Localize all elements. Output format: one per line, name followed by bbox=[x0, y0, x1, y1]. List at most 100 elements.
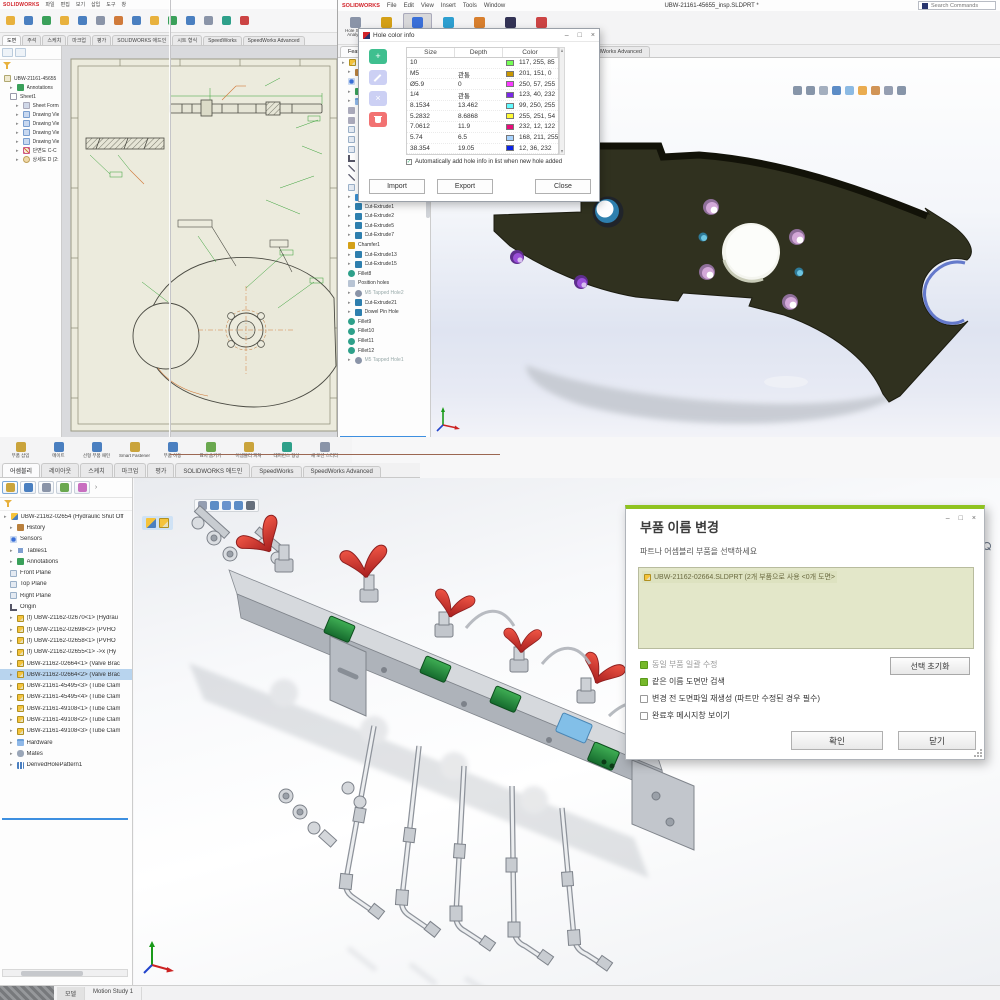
menu-item[interactable]: 파일 bbox=[45, 1, 54, 8]
tree-item[interactable]: UBW-21162-02664<2> (Valve Brac bbox=[0, 669, 132, 680]
hole-table-row[interactable]: 38.354 19.05 12, 36, 232 bbox=[407, 144, 558, 155]
option-row[interactable]: 같은 이름 도면만 검색 bbox=[640, 676, 820, 687]
tree-item[interactable]: Drawing View3 bbox=[0, 128, 61, 137]
menu-item[interactable]: Tools bbox=[463, 3, 477, 9]
tree-item[interactable]: UBW-21162-02654 (Hydraulic Shut Off bbox=[0, 511, 132, 522]
tree-item[interactable]: Position holes bbox=[338, 279, 430, 289]
rollback-bar[interactable] bbox=[2, 818, 128, 820]
tree-item[interactable]: UBW-21161-49108<3> (Tube Clam bbox=[0, 726, 132, 737]
tree-item[interactable]: Sheet Format1 bbox=[0, 101, 61, 110]
tree-item[interactable]: (f) UBW-21162-02698<2> (PVHO bbox=[0, 624, 132, 635]
tree-item[interactable]: UBW-21161-49108<1> (Tube Clam bbox=[0, 703, 132, 714]
hole-table-row[interactable]: Ø5.9 0 250, 57, 255 bbox=[407, 79, 558, 90]
hole-table-row[interactable]: 5.74 6.5 168, 211, 255 bbox=[407, 133, 558, 144]
command-tab[interactable]: SpeedWorks Advanced bbox=[243, 36, 305, 45]
menu-item[interactable]: File bbox=[387, 3, 397, 9]
tree-item[interactable]: Sheet1 bbox=[0, 92, 61, 101]
tree-item[interactable]: (f) UBW-21162-02658<1> (PVHO bbox=[0, 635, 132, 646]
tree-item[interactable]: Annotations bbox=[0, 556, 132, 567]
table-scrollbar[interactable] bbox=[559, 47, 565, 155]
tree-item[interactable]: Fillet9 bbox=[338, 317, 430, 327]
view-toolbar-icon[interactable] bbox=[858, 86, 867, 95]
drawing-sheet-area[interactable] bbox=[62, 46, 338, 438]
bottom-tab[interactable]: Motion Study 1 bbox=[85, 987, 142, 1000]
tree-item[interactable]: Drawing View2 bbox=[0, 119, 61, 128]
tree-item[interactable]: M5 Tapped Hole2 bbox=[338, 288, 430, 298]
hole-table-row[interactable]: 7.0612 11.9 232, 12, 122 bbox=[407, 122, 558, 133]
appearance-tab[interactable] bbox=[74, 481, 90, 494]
command-tab[interactable]: SpeedWorks bbox=[251, 466, 301, 477]
command-tab[interactable]: 스케치 bbox=[80, 463, 113, 477]
tree-item[interactable]: Cut-Extrude7 bbox=[338, 231, 430, 241]
ribbon-icon[interactable] bbox=[238, 12, 251, 30]
tree-item[interactable]: (f) UBW-21162-02670<1> (Hydrau bbox=[0, 613, 132, 624]
menu-item[interactable]: 편집 bbox=[61, 1, 70, 8]
command-tab[interactable]: 어셈블리 bbox=[2, 463, 40, 477]
ribbon-icon[interactable] bbox=[58, 12, 71, 30]
command-tab[interactable]: 시트 형식 bbox=[172, 35, 202, 45]
tree-item[interactable]: Fillet8 bbox=[338, 269, 430, 279]
property-tab-icon[interactable] bbox=[15, 48, 26, 57]
ribbon-button[interactable]: Smart Fastener bbox=[116, 438, 153, 462]
ribbon-icon[interactable] bbox=[220, 12, 233, 30]
ribbon-button[interactable]: 어셈블리 피처 bbox=[230, 438, 267, 462]
search-commands-box[interactable]: Search Commands bbox=[918, 1, 996, 10]
filter-icon[interactable] bbox=[3, 62, 11, 70]
ribbon-icon[interactable] bbox=[40, 12, 53, 30]
menu-item[interactable]: 창 bbox=[121, 1, 126, 8]
tree-item[interactable]: UBW-21161-49108<2> (Tube Clam bbox=[0, 714, 132, 725]
bottom-tab[interactable]: 모델 bbox=[57, 987, 85, 1000]
menu-item[interactable]: 도구 bbox=[106, 1, 115, 8]
auto-add-checkbox-row[interactable]: ✓ Automatically add hole info in list wh… bbox=[406, 159, 562, 165]
command-tab[interactable]: 스케치 bbox=[42, 35, 66, 45]
hole-table-row[interactable]: 10 117, 255, 85 bbox=[407, 58, 558, 69]
maximize-button[interactable]: □ bbox=[578, 32, 582, 39]
hole-table-row[interactable]: M5 관통 201, 151, 0 bbox=[407, 69, 558, 80]
menu-item[interactable]: View bbox=[421, 3, 434, 9]
command-tab[interactable]: 주석 bbox=[22, 35, 41, 45]
ribbon-icon[interactable] bbox=[22, 12, 35, 30]
close-icon[interactable]: × bbox=[591, 32, 595, 39]
ribbon-icon[interactable] bbox=[130, 12, 143, 30]
ribbon-icon[interactable] bbox=[166, 12, 179, 30]
view-toolbar-icon[interactable] bbox=[884, 86, 893, 95]
ribbon-icon[interactable] bbox=[184, 12, 197, 30]
tree-item[interactable]: Top Plane bbox=[0, 579, 132, 590]
command-tab[interactable]: 마크업 bbox=[114, 463, 147, 477]
chevron-right-icon[interactable]: › bbox=[92, 481, 100, 494]
command-tab[interactable]: 평가 bbox=[92, 35, 111, 45]
view-toolbar-icon[interactable] bbox=[819, 86, 828, 95]
maximize-button[interactable]: □ bbox=[959, 515, 963, 522]
tree-item[interactable]: 단면도 C-C bbox=[0, 146, 61, 155]
hole-table-row[interactable]: 8.1534 13.462 99, 250, 255 bbox=[407, 101, 558, 112]
tree-item[interactable]: UBW-21161-45655 bbox=[0, 74, 61, 83]
option-row[interactable]: 완료후 메시지창 보이기 bbox=[640, 710, 820, 721]
add-row-button[interactable]: + bbox=[369, 49, 387, 64]
menu-item[interactable]: 보기 bbox=[76, 1, 85, 8]
command-tab[interactable]: SOLIDWORKS 애드인 bbox=[175, 463, 250, 477]
command-tab[interactable]: 마크업 bbox=[67, 35, 91, 45]
tree-item[interactable]: Cut-Extrude15 bbox=[338, 259, 430, 269]
menu-item[interactable]: Insert bbox=[441, 3, 456, 9]
tree-item[interactable]: Annotations bbox=[0, 83, 61, 92]
tree-item[interactable]: Drawing View4 bbox=[0, 137, 61, 146]
command-tab[interactable]: SpeedWorks Advanced bbox=[303, 466, 381, 477]
menu-item[interactable]: Edit bbox=[404, 3, 414, 9]
reset-selection-button[interactable]: 선택 초기화 bbox=[890, 657, 970, 675]
remove-row-button[interactable]: × bbox=[369, 91, 387, 106]
dialog-titlebar[interactable]: Hole color info – □ × bbox=[359, 29, 599, 42]
menu-item[interactable]: 삽입 bbox=[91, 1, 100, 8]
ribbon-icon[interactable] bbox=[148, 12, 161, 30]
option-row[interactable]: 동일 부품 일괄 수정 bbox=[640, 659, 820, 670]
command-tab[interactable]: 도면 bbox=[2, 35, 21, 45]
resize-grip[interactable] bbox=[974, 749, 982, 757]
ribbon-button[interactable]: 메이트 bbox=[40, 438, 77, 462]
component-list-item[interactable]: UBW-21162-02664.SLDPRT (2개 부품으로 사용 <0개 도… bbox=[642, 571, 837, 583]
property-tab[interactable] bbox=[38, 481, 54, 494]
feature-tree-tab[interactable] bbox=[2, 481, 18, 494]
view-toolbar-icon[interactable] bbox=[871, 86, 880, 95]
tree-item[interactable]: Cut-Extrude13 bbox=[338, 250, 430, 260]
minimize-button[interactable]: – bbox=[565, 32, 569, 39]
configuration-tab[interactable] bbox=[56, 481, 72, 494]
tree-item[interactable]: Cut-Extrude21 bbox=[338, 298, 430, 308]
